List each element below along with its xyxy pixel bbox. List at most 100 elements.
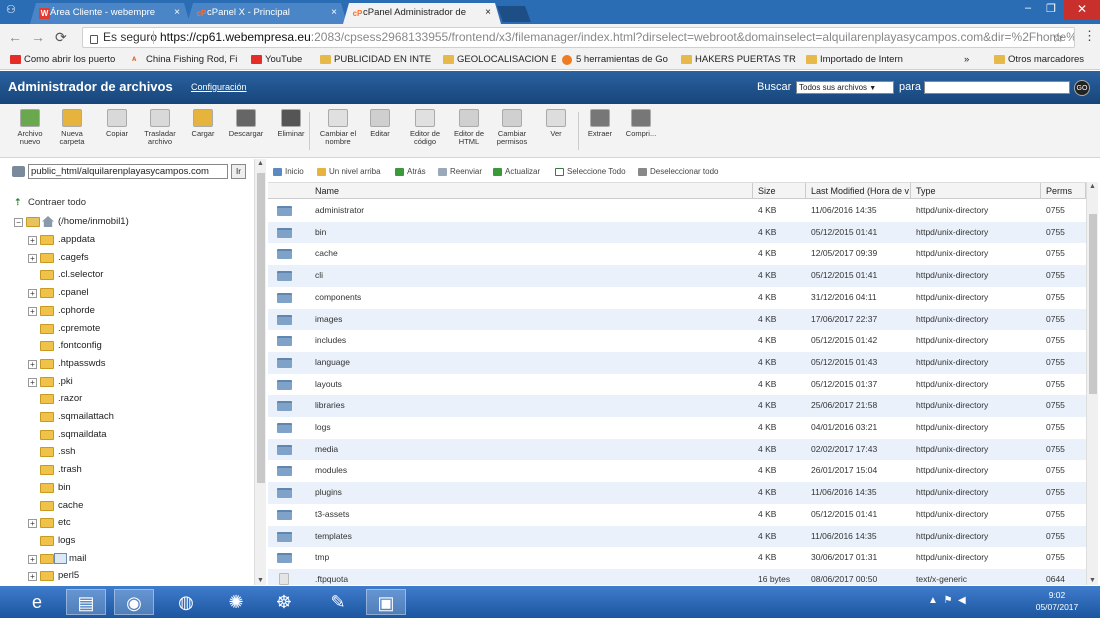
back-arrow-icon[interactable]: ← — [8, 29, 22, 45]
flag-icon[interactable]: ⚑ — [943, 595, 952, 606]
expand-toggle-icon[interactable]: + — [28, 236, 37, 245]
expand-toggle-icon[interactable]: + — [28, 359, 37, 369]
toolbar-button[interactable]: Editor de código — [405, 109, 445, 146]
forward-arrow-icon[interactable]: → — [31, 29, 45, 45]
browser-tab[interactable]: cP cPanel X - Principal × — [187, 3, 347, 24]
nav-refresh[interactable]: Actualizar — [493, 165, 540, 179]
toolbar-button[interactable]: Trasladar archivo — [140, 109, 180, 146]
bookmark-item[interactable]: HAKERS PUERTAS TR — [679, 51, 799, 70]
collapse-toggle-icon[interactable]: − — [14, 218, 23, 227]
column-header[interactable]: Perms — [1041, 183, 1086, 199]
table-row[interactable]: bin 4 KB 05/12/2015 01:41 httpd/unix-direct… — [268, 221, 1086, 244]
helm-app-icon[interactable]: ☸ — [264, 589, 304, 615]
column-header[interactable]: Name — [268, 183, 753, 199]
toolbar-button[interactable]: Descargar — [226, 109, 266, 138]
toolbar-button[interactable]: Archivo nuevo — [10, 109, 50, 146]
bookmark-item[interactable]: 5 herramientas de Go — [560, 51, 675, 70]
bookmark-item[interactable]: PUBLICIDAD EN INTE — [318, 51, 436, 70]
nav-back[interactable]: Atrás — [395, 165, 426, 179]
tab-close-icon[interactable]: × — [174, 3, 180, 23]
network-icon[interactable]: ▲ — [928, 595, 938, 606]
expand-toggle-icon[interactable]: + — [28, 253, 37, 263]
toolbar-button[interactable]: Ver — [536, 109, 576, 138]
paint-app-icon[interactable]: ✎ — [318, 589, 358, 615]
expand-toggle-icon[interactable]: + — [28, 519, 37, 529]
toolbar-button[interactable]: Editar — [360, 109, 400, 138]
expand-toggle-icon[interactable]: + — [28, 572, 37, 582]
table-row[interactable]: .ftpquota 16 bytes 08/06/2017 00:50 text/x-… — [268, 568, 1086, 585]
bookmark-item[interactable]: Importado de Intern — [804, 51, 929, 70]
toolbar-button[interactable]: Cargar — [183, 109, 223, 138]
reload-icon[interactable]: ⟳ — [55, 29, 67, 46]
window-close-button[interactable]: ✕ — [1064, 0, 1100, 20]
table-row[interactable]: media 4 KB 02/02/2017 17:43 httpd/unix-dire… — [268, 438, 1086, 461]
taskbar-clock[interactable]: 9:02 05/07/2017 — [1024, 589, 1090, 613]
bookmark-item[interactable]: ᴬ China Fishing Rod, Fi — [130, 51, 245, 70]
expand-toggle-icon[interactable]: + — [28, 289, 37, 299]
maximize-button[interactable]: ❐ — [1046, 2, 1056, 15]
table-row[interactable]: libraries 4 KB 25/06/2017 21:58 httpd/unix-… — [268, 395, 1086, 417]
nav-deselect-all[interactable]: Deseleccionar todo — [638, 165, 718, 179]
toolbar-button[interactable]: Eliminar — [271, 109, 311, 138]
toolbar-button[interactable]: Cambiar el nombre — [318, 109, 358, 146]
minimize-button[interactable]: – — [1025, 2, 1031, 14]
table-row[interactable]: templates 4 KB 11/06/2016 14:35 httpd/unix-… — [268, 525, 1086, 548]
toolbar-button[interactable]: Copiar — [97, 109, 137, 138]
path-input[interactable]: public_html/alquilarenplayasycampos.com — [28, 164, 228, 179]
collapse-all-link[interactable]: ⇡ Contraer todo — [14, 197, 86, 208]
table-row[interactable]: modules 4 KB 26/01/2017 15:04 httpd/unix-di… — [268, 460, 1086, 482]
toolbar-button[interactable]: Nueva carpeta — [52, 109, 92, 146]
google-earth-icon[interactable]: ◍ — [166, 589, 206, 615]
toolbar-button[interactable]: Cambiar permisos — [492, 109, 532, 146]
browser-tab[interactable]: W Área Cliente - webempre × — [30, 3, 190, 24]
column-header[interactable]: Last Modified (Hora de v — [806, 183, 911, 199]
table-row[interactable]: images 4 KB 17/06/2017 22:37 httpd/unix-dir… — [268, 308, 1086, 331]
column-header[interactable]: Type — [911, 183, 1041, 199]
bookmark-item[interactable]: Otros marcadores — [992, 51, 1092, 70]
table-row[interactable]: cache 4 KB 12/05/2017 09:39 httpd/unix-dire… — [268, 243, 1086, 265]
config-link[interactable]: Configuración — [191, 82, 247, 92]
firefox-icon[interactable]: ✺ — [216, 589, 256, 615]
chrome-icon[interactable]: ◉ — [114, 589, 154, 615]
table-row[interactable]: cli 4 KB 05/12/2015 01:41 httpd/unix-direct… — [268, 265, 1086, 287]
expand-toggle-icon[interactable]: + — [28, 554, 37, 564]
bookmark-item[interactable]: » — [964, 51, 984, 70]
expand-toggle-icon[interactable]: + — [28, 377, 37, 387]
nav-up-level[interactable]: Un nivel arriba — [317, 165, 381, 179]
toolbar-button[interactable]: Extraer — [580, 109, 620, 138]
table-row[interactable]: logs 4 KB 04/01/2016 03:21 httpd/unix-direc… — [268, 417, 1086, 439]
volume-icon[interactable]: ◀ — [958, 595, 966, 606]
path-go-button[interactable]: Ir — [231, 164, 246, 179]
bookmark-star-icon[interactable]: ☆ — [1052, 28, 1064, 47]
file-explorer-icon[interactable]: ▤ — [66, 589, 106, 615]
toolbar-button[interactable]: Compri... — [621, 109, 661, 138]
file-list-scrollbar[interactable]: ▲ ▼ — [1086, 182, 1098, 585]
url-field[interactable]: Es seguro https://cp61.webempresa.eu:208… — [82, 27, 1075, 48]
search-input[interactable] — [924, 81, 1070, 94]
table-row[interactable]: layouts 4 KB 05/12/2015 01:37 httpd/unix-di… — [268, 374, 1086, 396]
new-tab-button[interactable] — [497, 6, 531, 22]
table-row[interactable]: includes 4 KB 05/12/2015 01:42 httpd/unix-d… — [268, 330, 1086, 352]
column-header[interactable]: Size — [753, 183, 806, 199]
search-go-button[interactable]: GO — [1074, 80, 1090, 96]
table-row[interactable]: language 4 KB 05/12/2015 01:43 httpd/unix-d… — [268, 351, 1086, 374]
browser-tab[interactable]: cP cPanel Administrador de × — [343, 3, 501, 24]
expand-toggle-icon[interactable]: + — [28, 306, 37, 316]
table-row[interactable]: tmp 4 KB 30/06/2017 01:31 httpd/unix-direct… — [268, 547, 1086, 569]
table-row[interactable]: administrator 4 KB 11/06/2016 14:35 httpd/u… — [268, 200, 1086, 222]
tab-close-icon[interactable]: × — [331, 3, 337, 23]
nav-select-all[interactable]: Seleccione Todo — [555, 165, 626, 179]
table-row[interactable]: plugins 4 KB 11/06/2016 14:35 httpd/unix-di… — [268, 482, 1086, 504]
tab-close-icon[interactable]: × — [485, 3, 491, 23]
table-row[interactable]: t3-assets 4 KB 05/12/2015 01:41 httpd/unix-… — [268, 504, 1086, 526]
toolbar-button[interactable]: Editor de HTML — [449, 109, 489, 146]
bookmark-item[interactable]: YouTube — [249, 51, 314, 70]
search-scope-select[interactable]: Todos sus archivos ▼ — [796, 81, 894, 94]
browser-menu-icon[interactable]: ⋮ — [1083, 28, 1096, 44]
nav-forward[interactable]: Reenviar — [438, 165, 482, 179]
bookmark-item[interactable]: Como abrir los puerto — [8, 51, 126, 70]
table-row[interactable]: components 4 KB 31/12/2016 04:11 httpd/unix… — [268, 287, 1086, 309]
image-viewer-icon[interactable]: ▣ — [366, 589, 406, 615]
bookmark-item[interactable]: GEOLOCALISACION E — [441, 51, 556, 70]
internet-explorer-icon[interactable]: e — [17, 589, 57, 615]
